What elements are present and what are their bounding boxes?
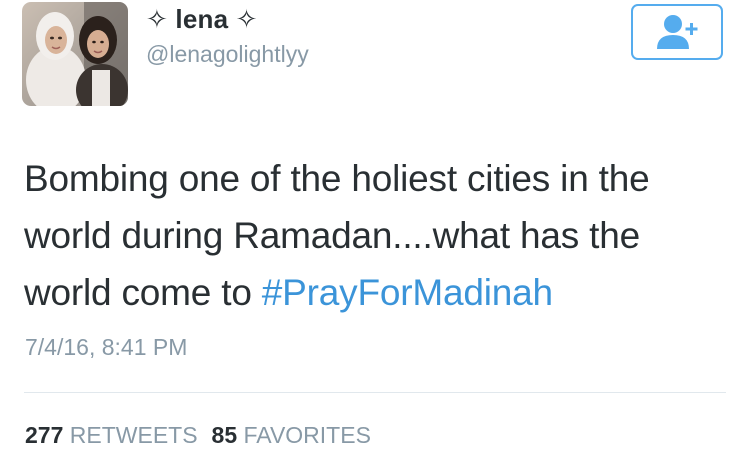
divider: [24, 392, 726, 393]
retweets-label: RETWEETS: [69, 422, 198, 448]
hashtag-link[interactable]: #PrayForMadinah: [262, 272, 553, 313]
profile-photo-icon: [22, 2, 128, 106]
timestamp[interactable]: 7/4/16, 8:41 PM: [25, 334, 187, 361]
display-name[interactable]: ✧ lena ✧: [146, 4, 258, 35]
favorites-label: FAVORITES: [243, 422, 371, 448]
add-user-icon: [657, 15, 698, 49]
favorites-stat[interactable]: 85 FAVORITES: [212, 422, 371, 448]
username[interactable]: @lenagolightlyy: [146, 41, 309, 68]
tweet-text: Bombing one of the holiest cities in the…: [24, 150, 734, 321]
favorites-count: 85: [211, 422, 238, 448]
retweets-count: 277: [25, 422, 64, 448]
follow-button[interactable]: [631, 4, 723, 60]
engagement-stats: 277 RETWEETS 85 FAVORITES: [25, 422, 371, 449]
avatar[interactable]: [22, 2, 128, 106]
retweets-stat[interactable]: 277 RETWEETS: [25, 422, 198, 448]
